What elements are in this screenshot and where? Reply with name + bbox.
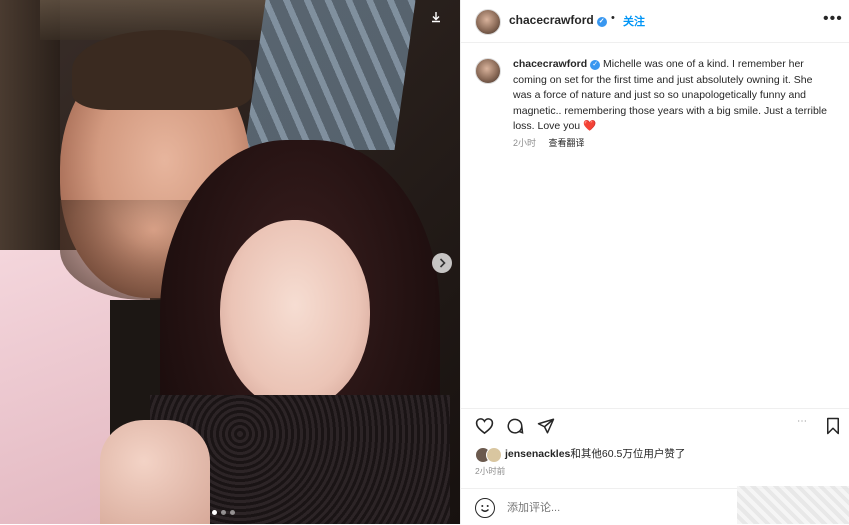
avatar[interactable]: [475, 9, 501, 35]
heart-icon: [475, 418, 494, 435]
next-photo-button[interactable]: [432, 253, 452, 273]
likes-count-text[interactable]: 和其他60.5万位用户赞了: [570, 448, 685, 460]
photo-arm: [100, 420, 210, 524]
liker-username[interactable]: jensenackles: [505, 448, 570, 460]
comment-button[interactable]: [506, 417, 524, 438]
instagram-post-modal: chacecrawford ✓ • 关注 ••• chacecrawford ✓ M…: [0, 0, 849, 524]
more-options-button[interactable]: •••: [823, 10, 843, 28]
carousel-indicator: [212, 510, 235, 515]
more-dots-icon: ⋯: [797, 416, 807, 427]
share-button[interactable]: [537, 417, 555, 438]
verified-badge-icon: ✓: [596, 17, 607, 27]
save-button[interactable]: [825, 417, 841, 438]
like-button[interactable]: [475, 417, 494, 438]
bookmark-icon: [827, 417, 839, 435]
carousel-dot: [221, 510, 226, 515]
liker-avatars: [475, 447, 503, 463]
smiley-icon[interactable]: [475, 498, 495, 518]
caption-avatar[interactable]: [475, 58, 501, 84]
chevron-right-icon: [439, 258, 446, 268]
download-icon-glyph: [432, 12, 440, 23]
translate-link[interactable]: 查看翻译: [549, 138, 585, 148]
header-username[interactable]: chacecrawford ✓: [509, 13, 607, 27]
smiley-face-icon: [481, 505, 489, 512]
download-icon[interactable]: [427, 10, 445, 28]
carousel-dot: [230, 510, 235, 515]
post-timestamp: 2小时前: [475, 466, 506, 476]
photo-window: [244, 0, 416, 150]
caption-time: 2小时: [513, 138, 537, 148]
carousel-dot: [212, 510, 217, 515]
follow-button[interactable]: 关注: [623, 13, 645, 29]
post-side-panel: chacecrawford ✓ • 关注 ••• chacecrawford ✓ M…: [460, 0, 849, 524]
photo-man-hair: [72, 30, 252, 110]
action-bar: ⋯: [461, 408, 849, 441]
send-icon: [537, 418, 555, 434]
heart-emoji: ❤️: [583, 120, 597, 132]
post-header: chacecrawford ✓ • 关注 •••: [461, 0, 849, 43]
username-text[interactable]: chacecrawford: [509, 13, 594, 27]
caption-username[interactable]: chacecrawford: [513, 58, 587, 70]
comment-icon: [507, 418, 524, 434]
post-caption: chacecrawford ✓ Michelle was one of a kin…: [513, 57, 833, 135]
likes-summary[interactable]: jensenackles和其他60.5万位用户赞了: [505, 446, 685, 461]
verified-badge-icon: ✓: [590, 60, 601, 70]
post-photo[interactable]: [0, 0, 460, 524]
avatar: [486, 447, 502, 463]
separator-dot: •: [611, 12, 615, 24]
watermark: [737, 486, 849, 524]
caption-meta: 2小时 查看翻译: [513, 136, 595, 149]
photo-woman-face: [220, 220, 370, 410]
